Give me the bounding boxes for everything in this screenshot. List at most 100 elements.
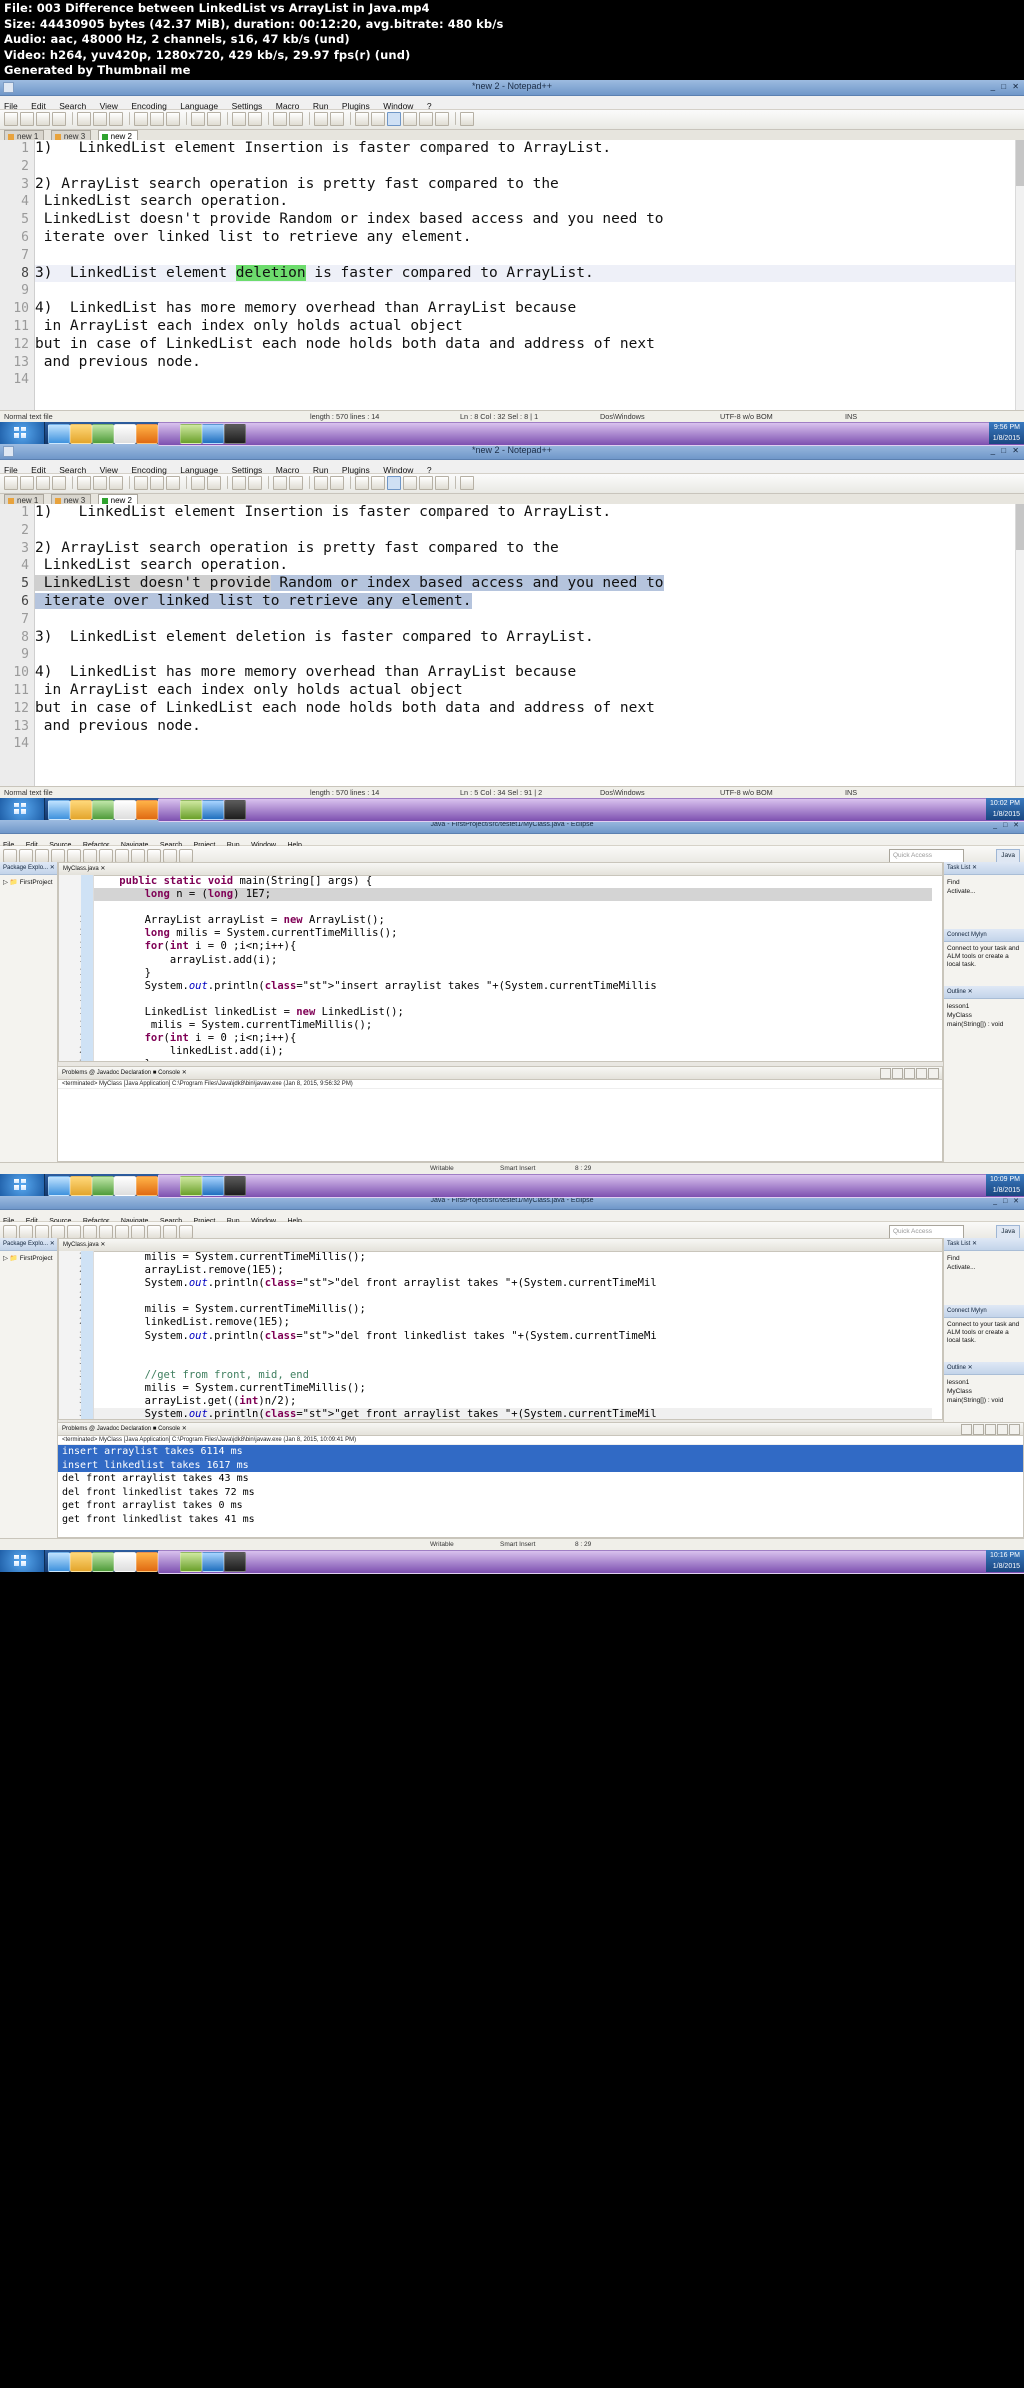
run-icon[interactable] — [67, 849, 81, 863]
record-macro-icon[interactable] — [460, 476, 474, 490]
editor-code-1[interactable]: public static void main(String[] args) {… — [94, 875, 932, 1061]
taskbar-app9[interactable] — [224, 424, 246, 444]
taskbar-app7[interactable] — [180, 1176, 202, 1196]
func-list-icon[interactable] — [435, 112, 449, 126]
taskbar-eclipse[interactable] — [158, 798, 1024, 822]
search-icon[interactable] — [115, 1225, 129, 1239]
console-tab-label[interactable]: Problems @ Javadoc Declaration ■ Console… — [62, 1426, 187, 1432]
next-annotation-icon[interactable] — [131, 849, 145, 863]
close-all-icon[interactable] — [93, 112, 107, 126]
print-icon[interactable] — [109, 112, 123, 126]
taskbar-firefox[interactable] — [136, 424, 158, 444]
taskbar-app9[interactable] — [224, 1176, 246, 1196]
taskbar-amazon[interactable] — [114, 1552, 136, 1572]
new-class-icon[interactable] — [99, 849, 113, 863]
window-controls[interactable]: _ □ ✕ — [991, 446, 1021, 455]
new-wizard-icon[interactable] — [3, 1225, 17, 1239]
window-controls[interactable]: _ □ ✕ — [993, 1197, 1021, 1205]
word-wrap-icon[interactable] — [330, 112, 344, 126]
remove-launch-icon[interactable] — [973, 1424, 984, 1435]
undo-icon[interactable] — [191, 476, 205, 490]
eclipse-right-panel-1[interactable]: Task List ✕ Find Activate... Connect Myl… — [943, 862, 1024, 1162]
notepad-code-2[interactable]: 1) LinkedList element Insertion is faste… — [35, 504, 1016, 786]
external-tools-icon[interactable] — [83, 849, 97, 863]
package-explorer-tab[interactable]: Package Explo... ✕ — [0, 862, 57, 875]
taskbar-internet-explorer[interactable] — [48, 1552, 70, 1572]
console-output[interactable]: insert arraylist takes 6114 ms insert lin… — [58, 1445, 1023, 1526]
console-tabbar-1[interactable]: Problems @ Javadoc Declaration ■ Console… — [58, 1067, 942, 1080]
system-tray-2[interactable]: 10:02 PM 1/8/2015 — [986, 798, 1024, 820]
paste-icon[interactable] — [166, 476, 180, 490]
save-icon[interactable] — [36, 476, 50, 490]
taskbar-eclipse[interactable] — [158, 422, 1024, 446]
taskbar-eclipse[interactable] — [158, 1550, 1024, 1574]
start-button[interactable] — [0, 422, 45, 444]
notepad-code-1[interactable]: 1) LinkedList element Insertion is faste… — [35, 140, 1016, 410]
taskbar-app8[interactable] — [202, 1176, 224, 1196]
open-file-icon[interactable] — [20, 476, 34, 490]
task-list-tab[interactable]: Task List ✕ — [944, 1238, 1024, 1251]
tree-item-project[interactable]: ▷ 📁 FirstProject — [3, 1254, 54, 1263]
clear-console-icon[interactable] — [904, 1068, 915, 1079]
taskbar-file-explorer[interactable] — [70, 424, 92, 444]
taskbar-internet-explorer[interactable] — [48, 800, 70, 820]
taskbar-app7[interactable] — [180, 1552, 202, 1572]
redo-icon[interactable] — [207, 476, 221, 490]
print-icon[interactable] — [35, 1225, 49, 1239]
word-wrap-icon[interactable] — [330, 476, 344, 490]
notepad-editor-area-1[interactable]: 12 34 56 78 9 10 11 12 13 14 1) LinkedList … — [0, 140, 1024, 410]
taskbar-amazon[interactable] — [114, 424, 136, 444]
outline-item[interactable]: main(String[]) : void — [947, 1020, 1021, 1029]
save-all-icon[interactable] — [52, 476, 66, 490]
taskbar-app8[interactable] — [202, 424, 224, 444]
clear-console-icon[interactable] — [985, 1424, 996, 1435]
package-explorer-tab[interactable]: Package Explo... ✕ — [0, 1238, 57, 1251]
new-class-icon[interactable] — [99, 1225, 113, 1239]
pin-console-icon[interactable] — [928, 1068, 939, 1079]
window-controls[interactable]: _ □ ✕ — [993, 821, 1021, 829]
zoom-out-icon[interactable] — [289, 476, 303, 490]
debug-icon[interactable] — [51, 849, 65, 863]
save-icon[interactable] — [19, 1225, 33, 1239]
eclipse-console-1[interactable]: Problems @ Javadoc Declaration ■ Console… — [57, 1066, 943, 1162]
task-list-tab[interactable]: Task List ✕ — [944, 862, 1024, 875]
external-tools-icon[interactable] — [83, 1225, 97, 1239]
doc-map-icon[interactable] — [419, 112, 433, 126]
func-list-icon[interactable] — [435, 476, 449, 490]
back-icon[interactable] — [163, 1225, 177, 1239]
save-icon[interactable] — [36, 112, 50, 126]
taskbar-internet-explorer[interactable] — [48, 1176, 70, 1196]
taskbar-app8[interactable] — [202, 1552, 224, 1572]
copy-icon[interactable] — [150, 476, 164, 490]
taskbar-app7[interactable] — [180, 800, 202, 820]
indent-guide-icon[interactable] — [371, 112, 385, 126]
taskbar-notepadpp[interactable] — [92, 1552, 114, 1572]
indent-guide-icon[interactable] — [371, 476, 385, 490]
perspective-switcher[interactable]: Java — [996, 1225, 1020, 1239]
debug-icon[interactable] — [51, 1225, 65, 1239]
console-tab-label[interactable]: Problems @ Javadoc Declaration ■ Console… — [62, 1070, 187, 1076]
outline-item[interactable]: main(String[]) : void — [947, 1396, 1021, 1405]
package-explorer-tree[interactable]: ▷ 📁 FirstProject — [0, 875, 57, 890]
save-all-icon[interactable] — [52, 112, 66, 126]
scrollbar-thumb[interactable] — [1016, 504, 1024, 550]
show-wrap-symbol-icon[interactable] — [387, 476, 401, 490]
scroll-lock-icon[interactable] — [997, 1424, 1008, 1435]
scrollbar-thumb[interactable] — [1016, 140, 1024, 186]
package-explorer-panel-1[interactable]: Package Explo... ✕ ▷ 📁 FirstProject — [0, 862, 58, 1162]
taskbar-internet-explorer[interactable] — [48, 424, 70, 444]
new-file-icon[interactable] — [4, 112, 18, 126]
find-icon[interactable] — [232, 476, 246, 490]
terminate-icon[interactable] — [961, 1424, 972, 1435]
system-tray-4[interactable]: 10:16 PM 1/8/2015 — [986, 1550, 1024, 1572]
taskbar-notepadpp[interactable] — [92, 424, 114, 444]
eclipse-editor-2[interactable]: MyClass.java ✕ 2425262728293031323334353… — [58, 1238, 943, 1420]
outline-item[interactable]: lesson1 — [947, 1002, 1021, 1011]
close-icon[interactable] — [77, 112, 91, 126]
outline-tree[interactable]: lesson1 MyClass main(String[]) : void — [944, 999, 1024, 1032]
replace-icon[interactable] — [248, 112, 262, 126]
task-find-label[interactable]: Find — [947, 878, 1021, 887]
record-macro-icon[interactable] — [460, 112, 474, 126]
task-activate-label[interactable]: Activate... — [947, 1263, 1021, 1272]
user-lang-icon[interactable] — [403, 112, 417, 126]
